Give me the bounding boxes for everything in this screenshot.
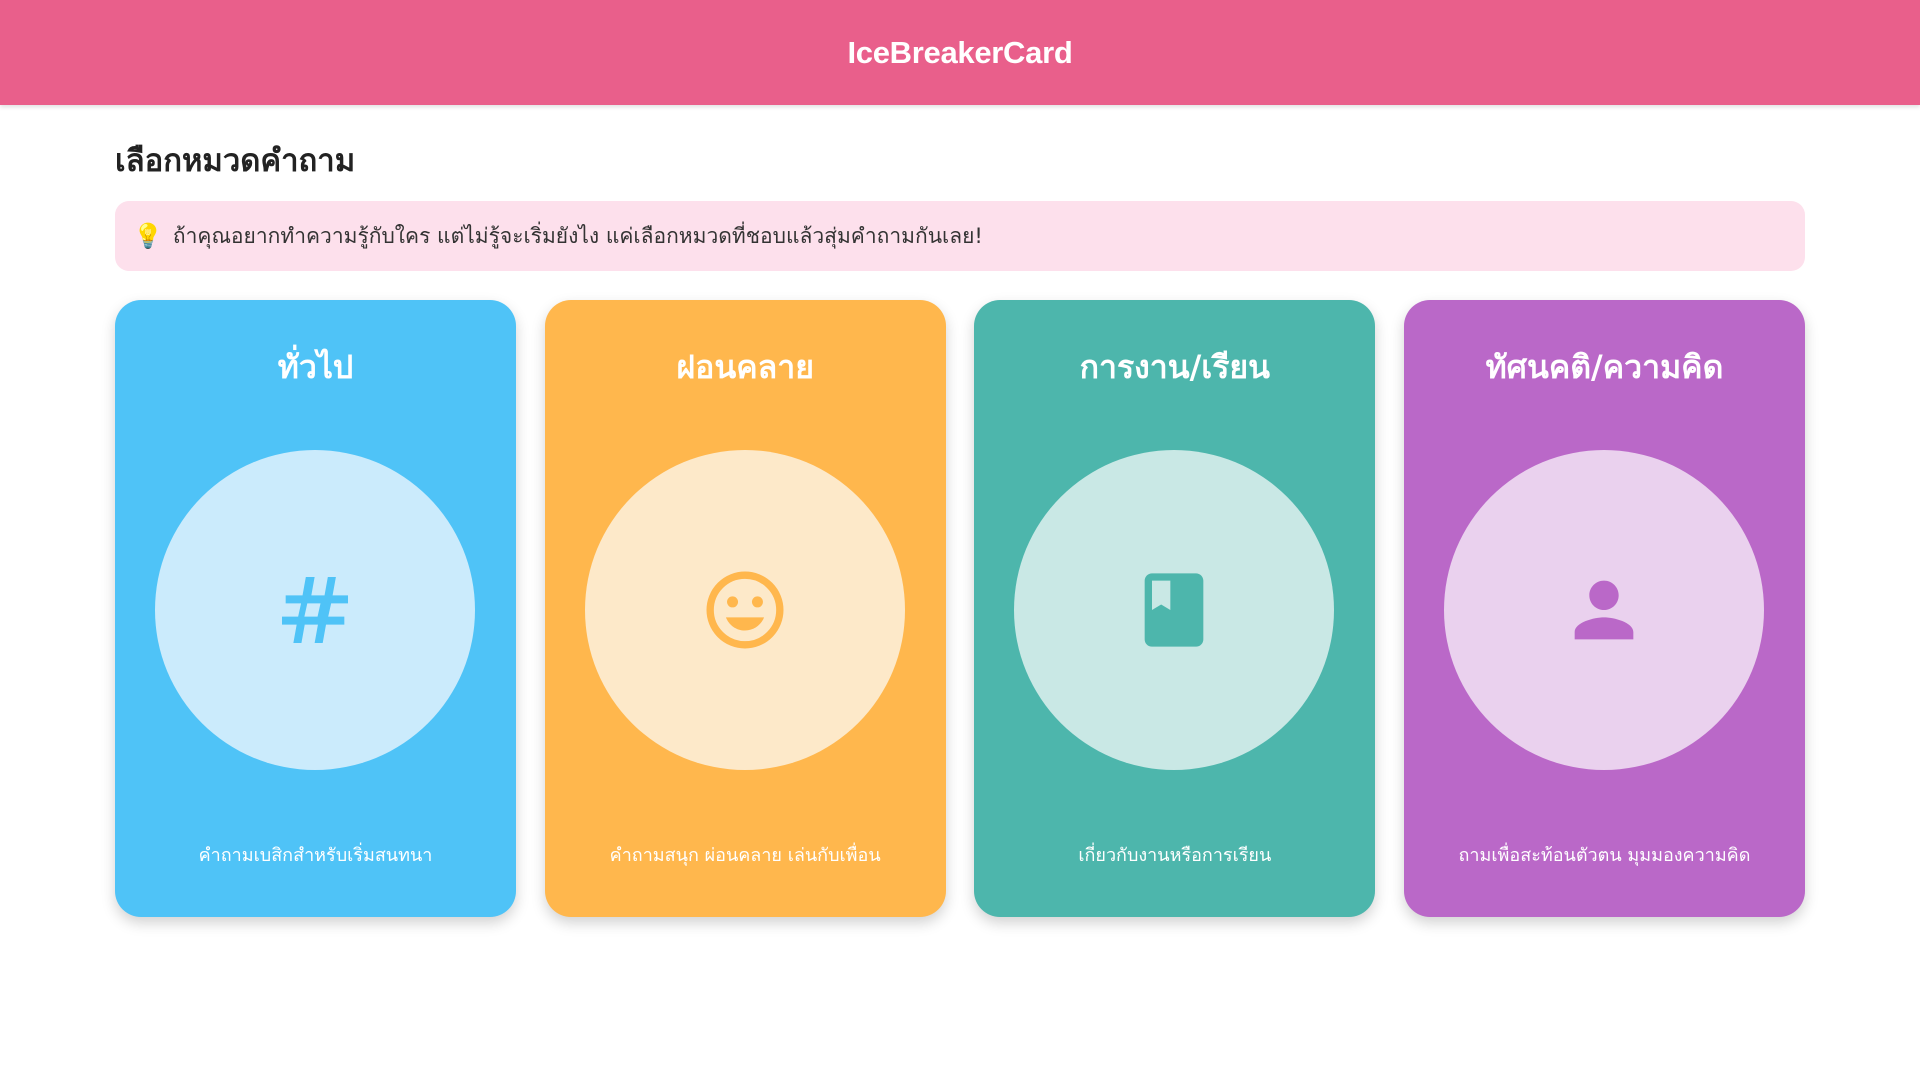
category-card-list: ทั่วไป คำถามเบสิกสำหรับเริ่มสนทนา ฝอนคลา… xyxy=(115,300,1805,917)
category-card-title: ฝอนคลาย xyxy=(676,348,814,386)
app-bar: IceBreakerCard xyxy=(0,0,1920,105)
category-card-title: การงาน/เรียน xyxy=(1079,348,1271,386)
main-content: เลือกหมวดคำถาม 💡 ถ้าคุณอยากทำความรู้กับใ… xyxy=(0,139,1920,917)
category-icon-circle xyxy=(155,450,475,770)
tip-banner: 💡 ถ้าคุณอยากทำความรู้กับใคร แต่ไม่รู้จะเ… xyxy=(115,201,1805,271)
smiley-icon xyxy=(706,571,784,649)
tip-text: ถ้าคุณอยากทำความรู้กับใคร แต่ไม่รู้จะเริ… xyxy=(172,223,983,248)
category-card-attitude[interactable]: ทัศนคติ/ความคิด ถามเพื่อสะท้อนตัวตน มุมม… xyxy=(1403,300,1805,917)
lightbulb-icon: 💡 xyxy=(133,222,163,250)
book-icon xyxy=(1144,573,1204,647)
category-card-description: คำถามสนุก ผ่อนคลาย เล่นกับเพื่อน xyxy=(609,845,881,866)
hashtag-icon xyxy=(282,577,348,643)
app-title: IceBreakerCard xyxy=(847,34,1073,70)
category-card-work-study[interactable]: การงาน/เรียน เกี่ยวกับงานหรือการเรียน xyxy=(974,300,1376,917)
category-card-description: เกี่ยวกับงานหรือการเรียน xyxy=(1078,845,1272,866)
category-card-relax[interactable]: ฝอนคลาย คำถามสนุก ผ่อนคลาย เล่นกับเพื่อน xyxy=(544,300,946,917)
category-icon-circle xyxy=(584,450,905,770)
category-icon-circle xyxy=(1443,450,1764,770)
category-card-description: คำถามเบสิกสำหรับเริ่มสนทนา xyxy=(198,845,433,866)
page-title: เลือกหมวดคำถาม xyxy=(115,143,356,179)
category-icon-circle xyxy=(1014,450,1335,770)
category-card-title: ทัศนคติ/ความคิด xyxy=(1485,348,1724,386)
category-card-title: ทั่วไป xyxy=(277,348,354,386)
person-icon xyxy=(1574,580,1634,640)
category-card-general[interactable]: ทั่วไป คำถามเบสิกสำหรับเริ่มสนทนา xyxy=(115,300,516,917)
category-card-description: ถามเพื่อสะท้อนตัวตน มุมมองความคิด xyxy=(1458,845,1751,866)
